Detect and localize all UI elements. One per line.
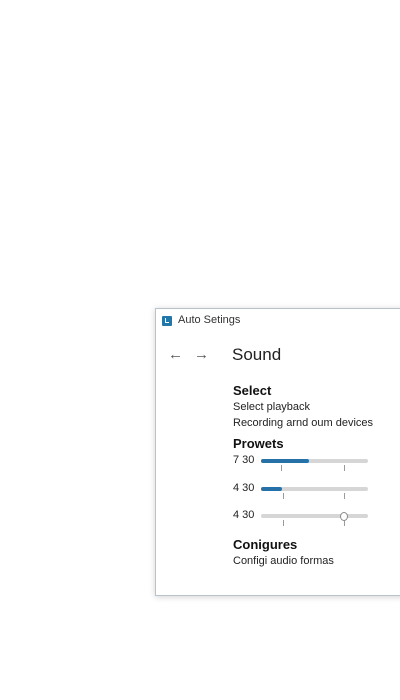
slider-tick [344,493,345,499]
section-configure-heading: Conigures [233,537,298,552]
slider-fill [261,487,282,491]
forward-arrow-icon[interactable]: → [194,347,209,363]
slider-row-1: 7 30 [233,454,373,471]
slider-label: 4 30 [233,482,255,494]
section-presets-heading: Prowets [233,436,284,451]
volume-slider[interactable] [261,487,368,499]
settings-window: Auto Setings ← → Sound Select Select pla… [155,308,400,596]
slider-fill [261,459,309,463]
section-select-heading: Select [233,383,272,398]
slider-row-3: 4 30 [233,509,373,526]
select-playback-link[interactable]: Select playback [233,401,310,413]
window-title: Auto Setings [178,314,241,326]
recording-devices-link[interactable]: Recording arnd oum devices [233,417,373,429]
slider-label: 4 30 [233,509,255,521]
app-icon [162,316,172,326]
title-bar: Auto Setings [156,309,400,333]
slider-row-2: 4 30 [233,482,373,499]
back-arrow-icon[interactable]: ← [168,347,183,363]
slider-tick [283,520,284,526]
volume-slider[interactable] [261,512,368,526]
slider-tick [344,465,345,471]
slider-tick [283,493,284,499]
volume-slider[interactable] [261,459,368,471]
slider-tick [281,465,282,471]
page-title: Sound [232,345,282,364]
slider-thumb[interactable] [340,512,348,521]
configure-audio-formats-link[interactable]: Configi audio formas [233,555,334,567]
slider-label: 7 30 [233,454,255,466]
